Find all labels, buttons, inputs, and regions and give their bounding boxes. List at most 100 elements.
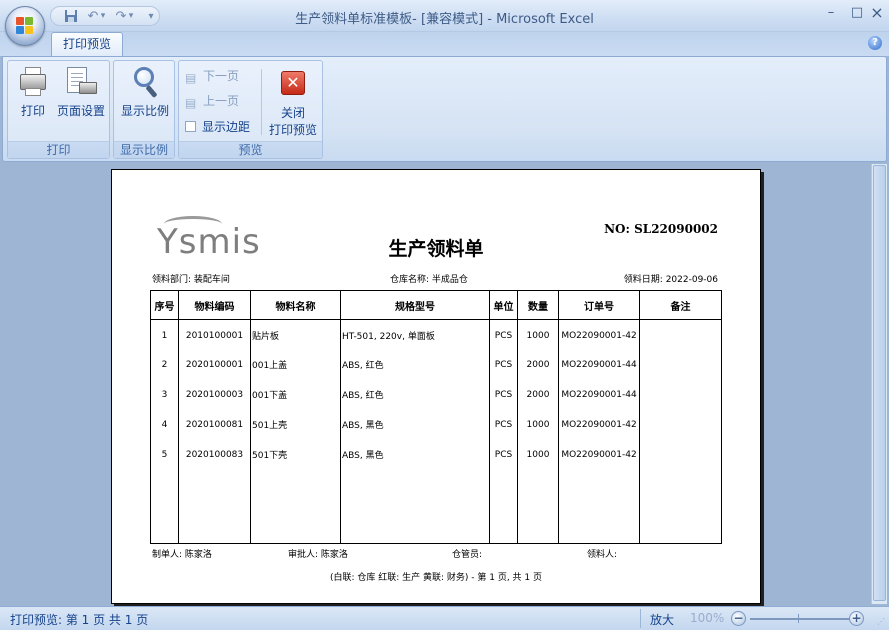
status-separator [640,609,641,628]
form-number: NO: SL22090002 [604,222,718,236]
zoom-group: 显示比例 显示比例 [113,60,175,159]
table-cell: MO22090001-42 [558,439,640,470]
table-cell: 001下盖 [250,379,341,410]
close-preview-label-1: 关闭 [280,106,305,120]
ribbon: 打印 页面设置 打印 显示比例 显示比例 ▤ 下一页 ▤ 上一页 显示边距 ✕ … [2,56,887,162]
minimize-button[interactable]: – [822,4,840,22]
table-cell: PCS [489,409,518,440]
office-button[interactable] [5,6,45,46]
column-header: 序号 [150,290,179,320]
tab-print-preview[interactable]: 打印预览 [51,32,123,57]
prev-page-button[interactable]: ▤ 上一页 [185,92,239,110]
table-cell [517,469,559,544]
status-bar: 打印预览: 第 1 页 共 1 页 放大 100% − + ⋰ [0,606,889,630]
status-text: 打印预览: 第 1 页 共 1 页 [10,613,149,627]
table-cell: PCS [489,379,518,410]
print-button[interactable]: 打印 [12,64,54,119]
group-separator [261,69,262,135]
column-header: 规格型号 [340,290,490,320]
column-header: 数量 [517,290,559,320]
ribbon-tab-strip: 打印预览 ? [0,32,889,57]
scrollbar-thumb[interactable] [873,165,886,601]
table-cell: 2010100001 [178,319,251,350]
next-page-label: 下一页 [203,69,240,83]
table-cell: PCS [489,349,518,380]
print-button-label: 打印 [20,104,45,118]
preview-group: ▤ 下一页 ▤ 上一页 显示边距 ✕ 关闭 打印预览 预览 [178,60,323,159]
table-cell: 2020100083 [178,439,251,470]
table-cell: ABS, 黑色 [340,439,490,470]
maker-field: 制单人: 陈家洛 [152,550,212,560]
table-cell: 2 [150,349,179,380]
column-header: 物料名称 [250,290,341,320]
page-setup-icon [65,66,97,98]
table-cell: 1000 [517,409,559,440]
office-logo-icon [16,17,34,35]
table-cell: MO22090001-42 [558,319,640,350]
table-cell [639,439,722,470]
table-cell: ABS, 黑色 [340,409,490,440]
table-cell: 4 [150,409,179,440]
zoom-slider-midmark [798,614,799,623]
help-icon[interactable]: ? [868,36,882,50]
zoom-label: 放大 [650,613,675,627]
column-header: 单位 [489,290,518,320]
prev-page-label: 上一页 [203,94,240,108]
receiver-field: 领料人: [587,550,618,560]
table-cell: MO22090001-44 [558,349,640,380]
close-preview-icon: ✕ [277,68,309,100]
printer-icon [17,66,49,98]
items-table: 序号 物料编码 物料名称 规格型号 单位 数量 订单号 备注 1 2010100… [150,290,722,544]
table-cell: 2020100001 [178,349,251,380]
table-row: 3 2020100003 001下盖 ABS, 红色 PCS 2000 MO22… [150,379,722,410]
table-cell [639,349,722,380]
form-title: 生产领料单 [388,238,484,260]
table-cell: 1000 [517,319,559,350]
page-footer: (白联: 仓库 红联: 生产 黄联: 财务) - 第 1 页, 共 1 页 [329,573,542,583]
next-page-button[interactable]: ▤ 下一页 [185,67,239,85]
table-cell: 2000 [517,349,559,380]
checkbox-box[interactable] [185,121,196,132]
column-header: 订单号 [558,290,640,320]
window-title: 生产领料单标准模板- [兼容模式] - Microsoft Excel [295,12,594,27]
approver-field: 审批人: 陈家洛 [288,550,348,560]
restore-button[interactable]: □ [848,4,866,22]
table-cell [639,379,722,410]
table-header-row: 序号 物料编码 物料名称 规格型号 单位 数量 订单号 备注 [150,290,722,320]
zoom-in-button[interactable]: + [849,611,864,626]
date-field: 领料日期: 2022-09-06 [623,275,718,285]
column-header: 物料编码 [178,290,251,320]
show-margins-checkbox[interactable]: 显示边距 [185,118,250,136]
show-margins-label: 显示边距 [202,120,251,134]
page-setup-button[interactable]: 页面设置 [54,64,108,119]
vertical-scrollbar[interactable] [871,164,887,604]
preview-page: Ysmis 生产领料单 NO: SL22090002 领料部门: 装配车间 仓库… [111,169,761,604]
table-cell: 1000 [517,439,559,470]
table-cell: ABS, 红色 [340,349,490,380]
table-cell: 1 [150,319,179,350]
table-cell [639,469,722,544]
zoom-group-label: 显示比例 [114,141,174,158]
table-cell: PCS [489,439,518,470]
resize-grip-icon[interactable]: ⋰ [877,617,887,627]
close-preview-label-2: 打印预览 [268,123,317,137]
print-group-label: 打印 [8,141,109,158]
table-cell [489,469,518,544]
keeper-field: 仓管员: [452,550,483,560]
table-cell [558,469,640,544]
table-cell [150,469,179,544]
table-cell: 5 [150,439,179,470]
page-setup-button-label: 页面设置 [56,104,105,118]
table-cell: 2020100003 [178,379,251,410]
close-preview-button[interactable]: ✕ 关闭 打印预览 [265,66,321,138]
table-row: 4 2020100081 501上壳 ABS, 黑色 PCS 1000 MO22… [150,409,722,440]
zoom-button-label: 显示比例 [120,104,169,118]
zoom-out-button[interactable]: − [731,611,746,626]
table-cell [178,469,251,544]
table-cell: 2000 [517,379,559,410]
preview-group-label: 预览 [179,141,322,158]
close-window-button[interactable]: × [868,4,886,22]
zoom-slider[interactable] [750,618,850,620]
zoom-button[interactable]: 显示比例 [117,64,173,119]
table-cell: 3 [150,379,179,410]
